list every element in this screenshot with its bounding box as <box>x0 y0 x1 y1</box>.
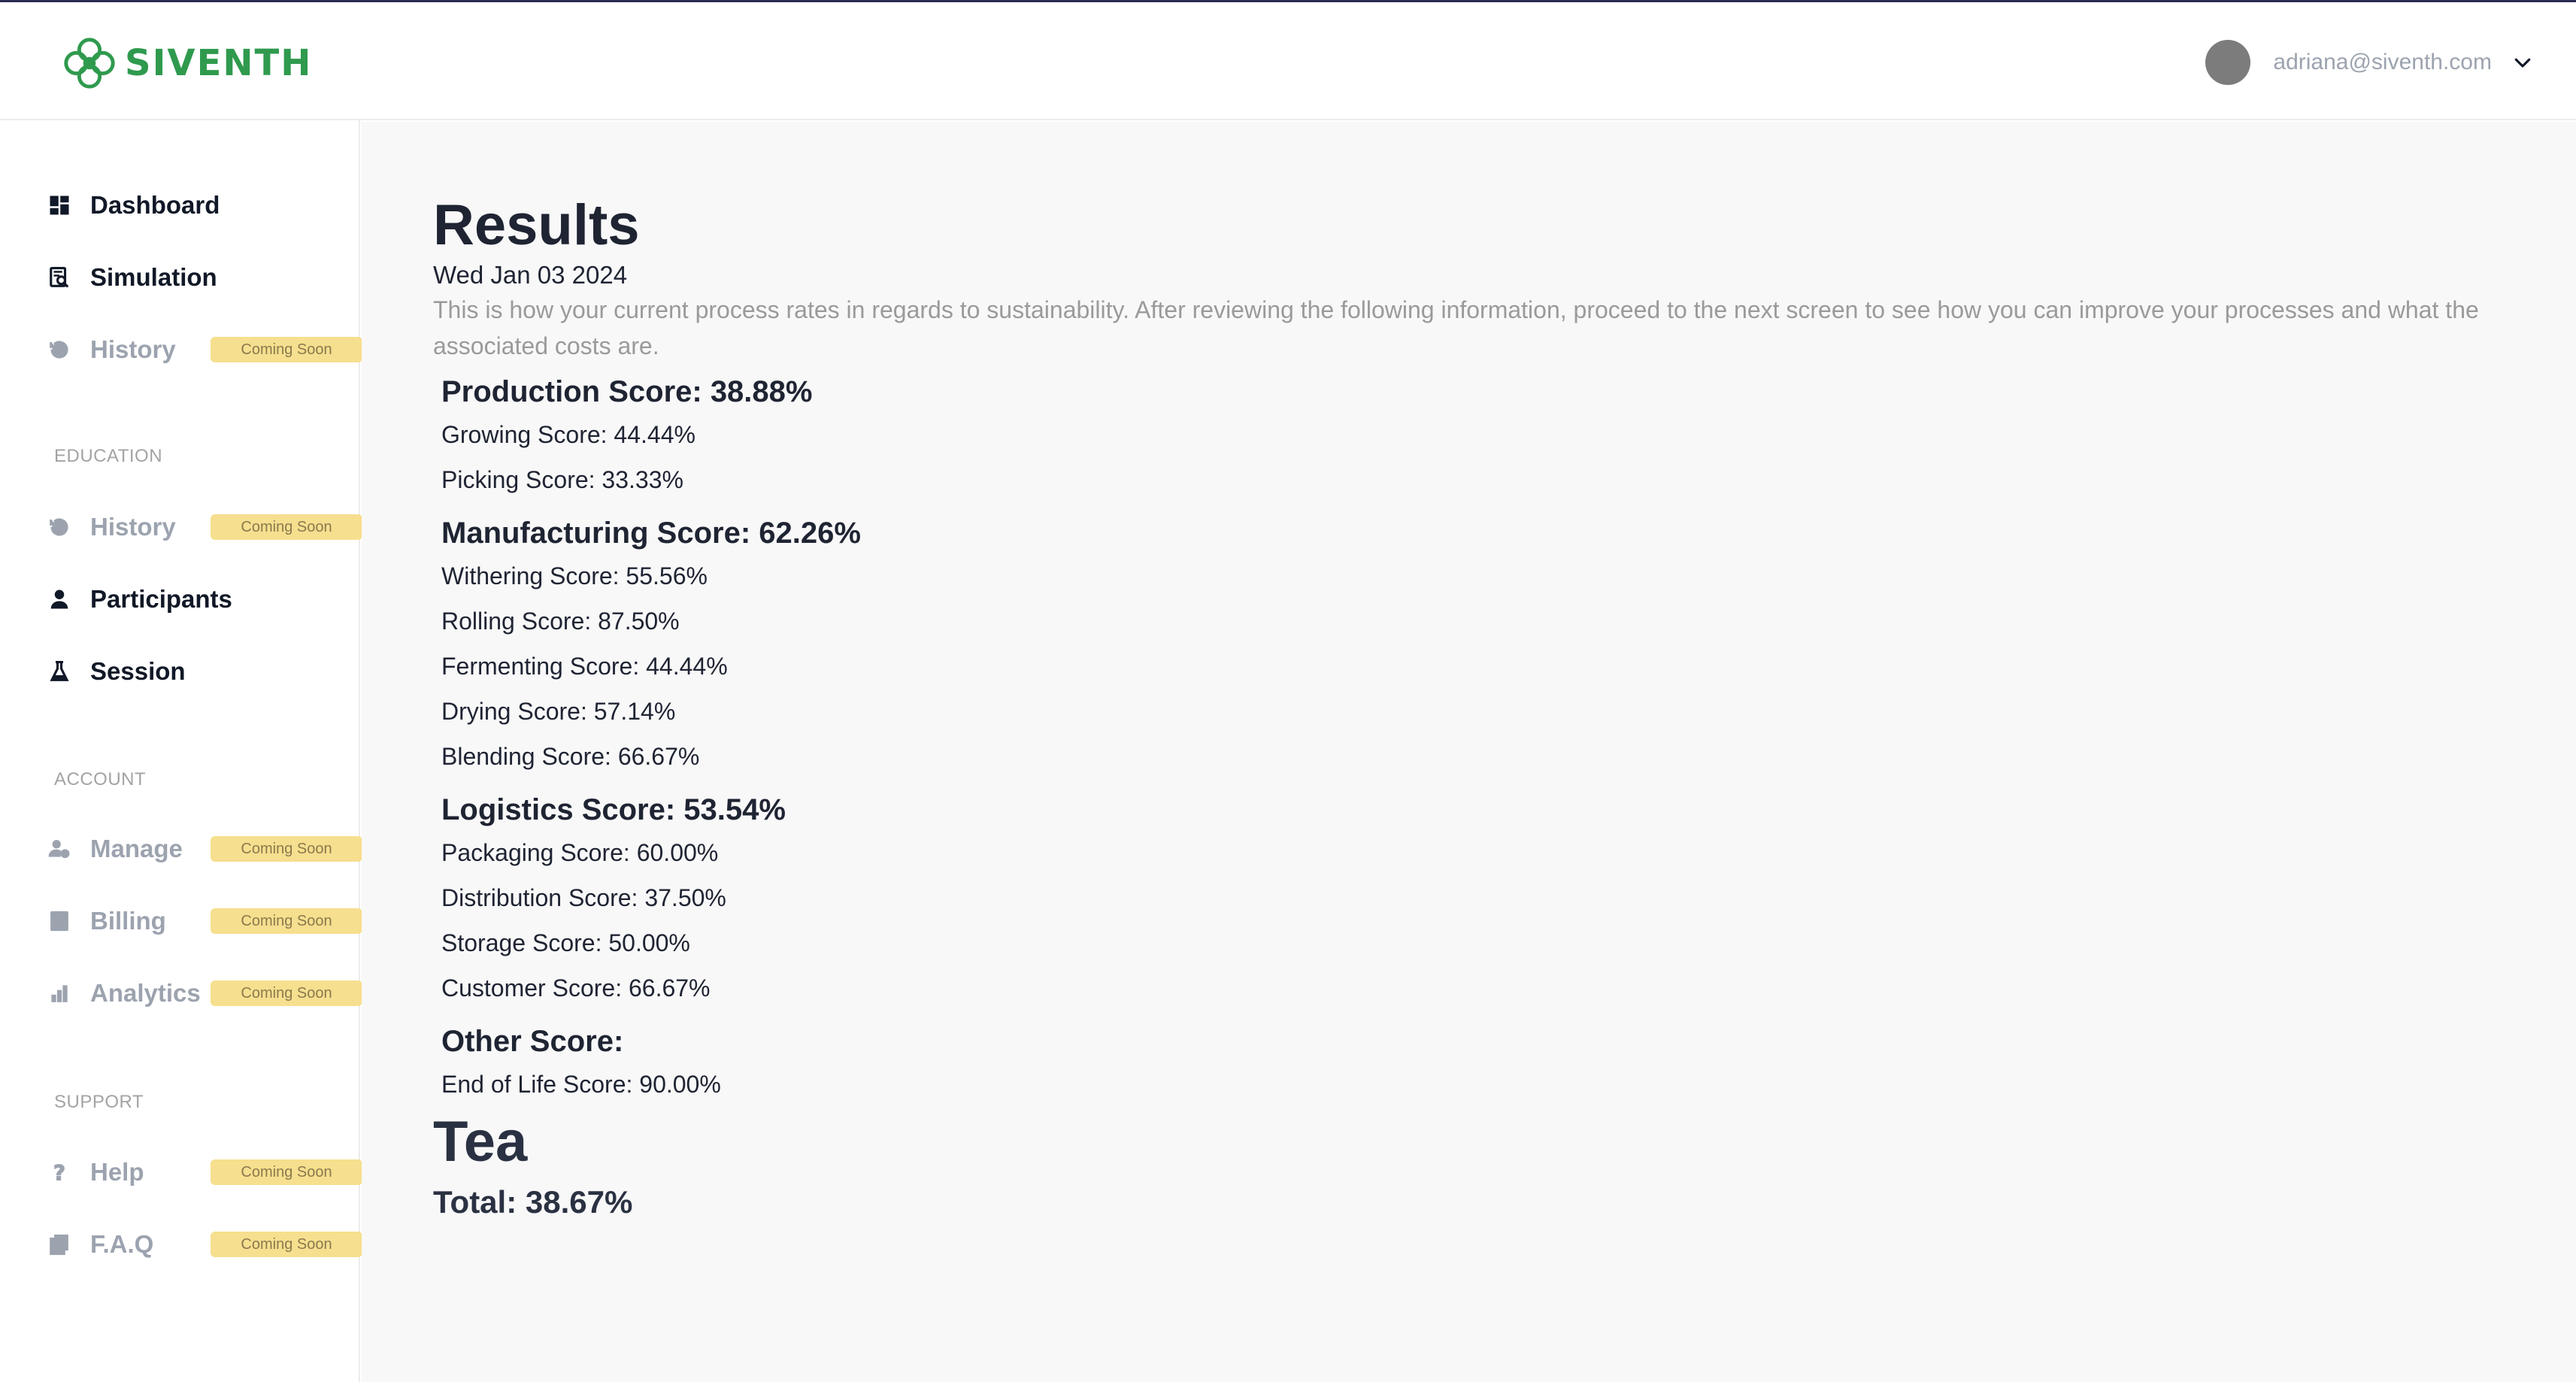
section-label-support: SUPPORT <box>54 1092 144 1112</box>
end-of-life-score: End of Life Score: 90.00% <box>441 1071 721 1098</box>
user-menu[interactable]: adriana@siventh.com <box>2205 40 2534 85</box>
production-score-section: Production Score: 38.88% Growing Score: … <box>441 371 2553 502</box>
sidebar-item-label: F.A.Q <box>90 1230 154 1258</box>
coming-soon-badge: Coming Soon <box>211 1159 362 1185</box>
sidebar-item-label: Participants <box>90 585 232 613</box>
page-title: Results <box>433 193 640 257</box>
coming-soon-badge: Coming Soon <box>211 836 362 862</box>
results-description: This is how your current process rates i… <box>433 296 2479 359</box>
faq-icon <box>47 1232 72 1257</box>
sidebar-item-label: History <box>90 335 176 363</box>
person-icon <box>47 586 72 612</box>
svg-text:?: ? <box>53 1161 65 1183</box>
drying-score: Drying Score: 57.14% <box>441 698 676 725</box>
fermenting-score: Fermenting Score: 44.44% <box>441 653 728 680</box>
logistics-score-heading: Logistics Score: 53.54% <box>441 793 786 826</box>
history-icon <box>47 514 72 540</box>
sidebar-item-participants[interactable]: Participants <box>47 578 325 620</box>
brand-logo[interactable]: SIVENTH <box>60 34 312 92</box>
billing-icon <box>47 908 72 934</box>
sidebar-item-label: Simulation <box>90 263 217 291</box>
coming-soon-badge: Coming Soon <box>211 908 362 934</box>
coming-soon-badge: Coming Soon <box>211 980 362 1006</box>
question-icon: ? <box>47 1159 72 1185</box>
sidebar-item-label: Session <box>90 657 186 685</box>
bar-chart-icon <box>47 980 72 1006</box>
manage-users-icon <box>47 836 72 862</box>
other-score-heading: Other Score: <box>441 1025 624 1058</box>
coming-soon-badge: Coming Soon <box>211 337 362 362</box>
rolling-score: Rolling Score: 87.50% <box>441 608 680 635</box>
packaging-score: Packaging Score: 60.00% <box>441 839 719 866</box>
sidebar-item-help[interactable]: ? Help Coming Soon <box>47 1151 362 1193</box>
sidebar-item-label: Analytics <box>90 979 201 1007</box>
siventh-logo-icon <box>64 38 115 89</box>
top-header: SIVENTH adriana@siventh.com <box>0 2 2576 120</box>
sidebar-item-label: Manage <box>90 835 183 862</box>
withering-score: Withering Score: 55.56% <box>441 562 708 589</box>
customer-score: Customer Score: 66.67% <box>441 974 711 1002</box>
manufacturing-score-heading: Manufacturing Score: 62.26% <box>441 517 861 550</box>
simulation-icon <box>47 265 72 290</box>
sidebar-item-dashboard[interactable]: Dashboard <box>47 184 325 226</box>
sidebar-item-analytics[interactable]: Analytics Coming Soon <box>47 972 362 1014</box>
blending-score: Blending Score: 66.67% <box>441 743 700 770</box>
results-date: Wed Jan 03 2024 <box>433 261 628 289</box>
production-score-heading: Production Score: 38.88% <box>441 375 813 408</box>
sidebar-item-history[interactable]: History Coming Soon <box>47 329 362 371</box>
sidebar-item-label: History <box>90 513 176 541</box>
avatar[interactable] <box>2205 40 2251 85</box>
logistics-score-section: Logistics Score: 53.54% Packaging Score:… <box>441 789 2553 1011</box>
results-panel: Results Wed Jan 03 2024 This is how your… <box>433 194 2553 1229</box>
sidebar-item-label: Help <box>90 1158 144 1186</box>
sidebar: Dashboard Simulation History Coming Soon… <box>0 120 362 1382</box>
growing-score: Growing Score: 44.44% <box>441 421 696 448</box>
product-name: Tea <box>433 1110 528 1174</box>
distribution-score: Distribution Score: 37.50% <box>441 884 726 911</box>
section-label-education: EDUCATION <box>54 446 163 466</box>
history-icon <box>47 337 72 362</box>
total-score: Total: 38.67% <box>433 1184 633 1220</box>
coming-soon-badge: Coming Soon <box>211 1232 362 1257</box>
flask-icon <box>47 659 72 684</box>
sidebar-item-billing[interactable]: Billing Coming Soon <box>47 900 362 942</box>
other-score-section: Other Score: End of Life Score: 90.00% <box>441 1021 2553 1107</box>
sidebar-item-education-history[interactable]: History Coming Soon <box>47 506 362 548</box>
sidebar-item-faq[interactable]: F.A.Q Coming Soon <box>47 1223 362 1265</box>
picking-score: Picking Score: 33.33% <box>441 466 683 493</box>
brand-name: SIVENTH <box>125 42 313 84</box>
sidebar-item-session[interactable]: Session <box>47 650 325 693</box>
sidebar-item-label: Dashboard <box>90 191 220 219</box>
user-email: adriana@siventh.com <box>2273 50 2492 74</box>
sidebar-item-simulation[interactable]: Simulation <box>47 256 325 299</box>
sidebar-item-label: Billing <box>90 907 166 935</box>
main-content: Results Wed Jan 03 2024 This is how your… <box>362 122 2576 1382</box>
section-label-account: ACCOUNT <box>54 769 147 789</box>
manufacturing-score-section: Manufacturing Score: 62.26% Withering Sc… <box>441 513 2553 779</box>
sidebar-item-manage[interactable]: Manage Coming Soon <box>47 828 362 870</box>
storage-score: Storage Score: 50.00% <box>441 929 690 956</box>
coming-soon-badge: Coming Soon <box>211 514 362 540</box>
dashboard-icon <box>47 192 72 218</box>
chevron-down-icon[interactable] <box>2511 51 2534 74</box>
